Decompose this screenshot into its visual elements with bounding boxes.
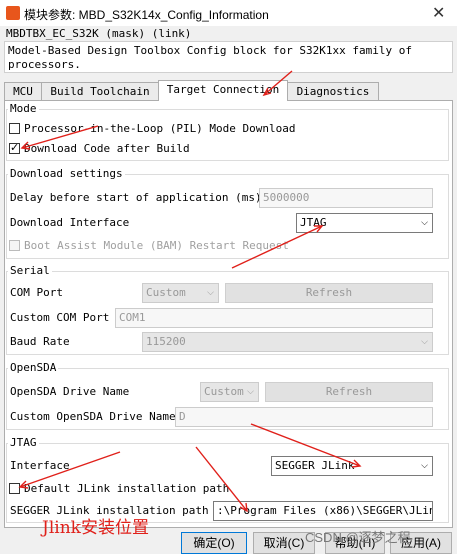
chevron-down-icon: ⌵ (207, 288, 214, 298)
check-icon: ✓ (10, 141, 20, 154)
ok-button[interactable]: 确定(O) (181, 532, 247, 554)
jtag-interface-label: Interface (10, 459, 70, 472)
com-port-select[interactable]: Custom ⌵ (142, 283, 219, 303)
description-text: Model-Based Design Toolbox Config block … (8, 44, 412, 71)
baud-rate-select[interactable]: 115200 ⌵ (142, 332, 433, 352)
tab-mcu[interactable]: MCU (4, 82, 42, 100)
serial-title: Serial (8, 264, 52, 277)
chevron-down-icon: ⌵ (421, 337, 428, 347)
tab-target-connection[interactable]: Target Connection (158, 80, 288, 101)
opensda-drive-value: Custom (204, 385, 244, 398)
title-bar: 模块参数: MBD_S32K14x_Config_Information ✕ (0, 0, 457, 26)
bam-checkbox[interactable] (9, 240, 20, 251)
download-code-checkbox[interactable]: ✓ (9, 141, 20, 154)
custom-opensda-field[interactable]: D (175, 407, 433, 427)
custom-opensda-label: Custom OpenSDA Drive Name (10, 410, 176, 423)
pil-checkbox[interactable] (9, 123, 20, 134)
custom-com-label: Custom COM Port (10, 311, 110, 324)
tab-diagnostics[interactable]: Diagnostics (287, 82, 379, 100)
window-title: 模块参数: MBD_S32K14x_Config_Information (24, 8, 269, 22)
chevron-down-icon: ⌵ (247, 387, 254, 397)
description-box: Model-Based Design Toolbox Config block … (4, 41, 453, 73)
mode-group-title: Mode (8, 102, 39, 115)
com-port-label: COM Port (10, 286, 63, 299)
jtag-title: JTAG (8, 436, 39, 449)
jtag-interface-select[interactable]: SEGGER JLink ⌵ (271, 456, 433, 476)
jtag-interface-value: SEGGER JLink (275, 459, 355, 472)
block-name: MBDTBX_EC_S32K (mask) (link) (6, 27, 192, 40)
download-interface-value: JTAG (300, 216, 327, 229)
baud-rate-value: 115200 (146, 335, 186, 348)
delay-field[interactable]: 5000000 (259, 188, 433, 208)
baud-rate-label: Baud Rate (10, 335, 70, 348)
opensda-drive-select[interactable]: Custom ⌵ (200, 382, 259, 402)
close-icon[interactable]: ✕ (432, 3, 445, 22)
download-interface-select[interactable]: JTAG ⌵ (296, 213, 433, 233)
download-code-label: Download Code after Build (24, 142, 190, 155)
chevron-down-icon: ⌵ (421, 461, 428, 471)
tab-build-toolchain[interactable]: Build Toolchain (41, 82, 159, 100)
annotation-note: Jlink安装位置 (42, 518, 149, 538)
chevron-down-icon: ⌵ (421, 218, 428, 228)
com-port-value: Custom (146, 286, 186, 299)
pil-label: Processor-in-the-Loop (PIL) Mode Downloa… (24, 122, 296, 135)
delay-label: Delay before start of application (ms) (10, 191, 262, 204)
download-settings-title: Download settings (8, 167, 125, 180)
default-jlink-path-checkbox[interactable] (9, 483, 20, 494)
opensda-drive-label: OpenSDA Drive Name (10, 385, 130, 398)
download-interface-label: Download Interface (10, 216, 130, 229)
default-jlink-path-label: Default JLink installation path (24, 482, 230, 495)
watermark: CSDN @逐梦之程 (305, 530, 411, 545)
serial-refresh-button[interactable]: Refresh (225, 283, 433, 303)
opensda-title: OpenSDA (8, 361, 59, 374)
jlink-path-field[interactable]: :\Program Files (x86)\SEGGER\JLink (213, 501, 433, 521)
custom-com-field[interactable]: COM1 (115, 308, 433, 328)
bam-label: Boot Assist Module (BAM) Restart Request (24, 239, 289, 252)
opensda-refresh-button[interactable]: Refresh (265, 382, 433, 402)
app-icon (6, 6, 20, 20)
